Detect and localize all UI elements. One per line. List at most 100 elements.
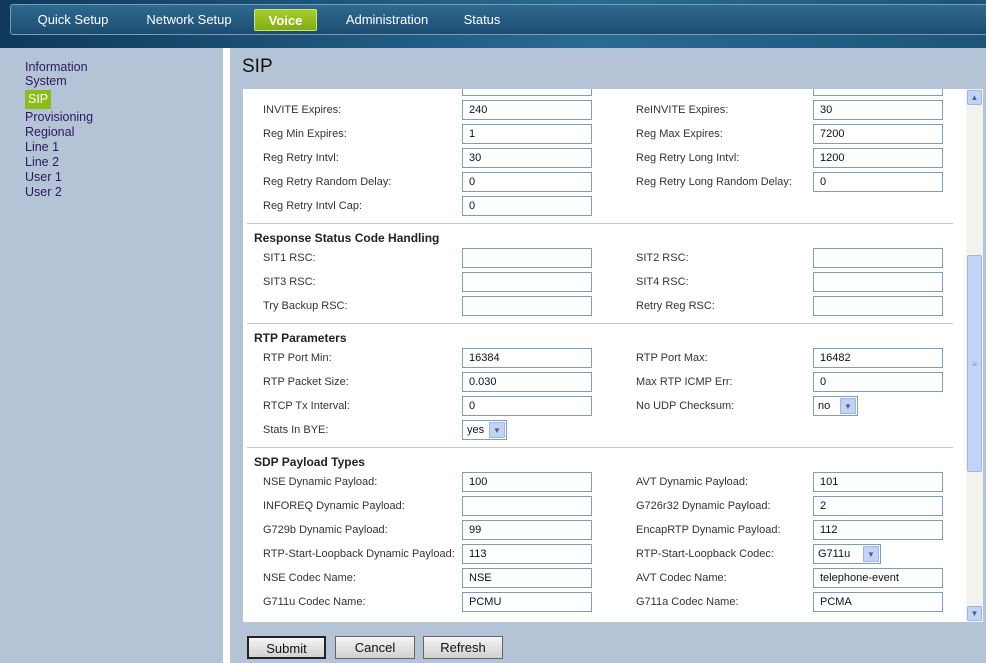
setting-row: INVITE Expires: 240 ReINVITE Expires: 30	[243, 98, 957, 122]
field-label: Max RTP ICMP Err:	[636, 376, 733, 388]
reg-retry-long-random-delay-input[interactable]: 0	[813, 172, 943, 192]
scrollbar-thumb[interactable]: ≡	[967, 255, 982, 472]
page-title: SIP	[242, 56, 273, 77]
encaprtp-dynamic-payload-input[interactable]: 112	[813, 520, 943, 540]
field-label: ReINVITE Expires:	[636, 104, 729, 116]
field-label: Reg Retry Intvl:	[263, 152, 339, 164]
sit4-rsc-input[interactable]	[813, 272, 943, 292]
setting-row: SIT1 RSC: SIT2 RSC:	[243, 246, 957, 270]
inforeq-dynamic-payload-input[interactable]	[462, 496, 592, 516]
scroll-up-icon[interactable]: ▲	[967, 90, 982, 105]
reg-retry-long-intvl-input[interactable]: 1200	[813, 148, 943, 168]
stats-in-bye-select[interactable]: yes ▼	[462, 420, 507, 440]
nse-dynamic-payload-input[interactable]: 100	[462, 472, 592, 492]
field-label: AVT Dynamic Payload:	[636, 476, 749, 488]
setting-row: INFOREQ Dynamic Payload: G726r32 Dynamic …	[243, 494, 957, 518]
chevron-down-icon[interactable]: ▼	[840, 398, 856, 414]
sidebar-item-sip[interactable]: SIP	[25, 90, 52, 109]
sidebar-item-line-1[interactable]: Line 1	[25, 140, 59, 155]
field-label: Reg Retry Long Random Delay:	[636, 176, 792, 188]
sidebar-item-user-1[interactable]: User 1	[25, 170, 62, 185]
retry-reg-rsc-input[interactable]	[813, 296, 943, 316]
field-label: Reg Retry Long Intvl:	[636, 152, 740, 164]
setting-row: Try Backup RSC: Retry Reg RSC:	[243, 294, 957, 318]
sidebar-item-system[interactable]: System	[25, 74, 67, 89]
avt-dynamic-payload-input[interactable]: 101	[813, 472, 943, 492]
cancel-button[interactable]: Cancel	[335, 636, 415, 659]
sit2-rsc-input[interactable]	[813, 248, 943, 268]
rtp-port-min-input[interactable]: 16384	[462, 348, 592, 368]
try-backup-rsc-input[interactable]	[462, 296, 592, 316]
g726r32-dynamic-payload-input[interactable]: 2	[813, 496, 943, 516]
scroll-down-icon[interactable]: ▼	[967, 606, 982, 621]
setting-row: NSE Dynamic Payload: 100 AVT Dynamic Paylo…	[243, 470, 957, 494]
sip-timer-b-input[interactable]: 32	[462, 89, 592, 96]
sidebar-item-line-2[interactable]: Line 2	[25, 155, 59, 170]
tab-network-setup[interactable]: Network Setup	[139, 9, 239, 31]
field-label: RTP Port Min:	[263, 352, 332, 364]
field-label: G711u Codec Name:	[263, 596, 366, 608]
g711a-codec-name-input[interactable]: PCMA	[813, 592, 943, 612]
rtp-port-max-input[interactable]: 16482	[813, 348, 943, 368]
setting-row: RTCP Tx Interval: 0 No UDP Checksum: no ▼	[243, 394, 957, 418]
field-label: SIT2 RSC:	[636, 252, 689, 264]
section-title: SDP Payload Types	[254, 455, 365, 469]
nse-codec-name-input[interactable]: NSE	[462, 568, 592, 588]
sit3-rsc-input[interactable]	[462, 272, 592, 292]
sidebar-item-user-2[interactable]: User 2	[25, 185, 62, 200]
field-label: Reg Retry Random Delay:	[263, 176, 392, 188]
section-title: RTP Parameters	[254, 331, 347, 345]
reinvite-expires-input[interactable]: 30	[813, 100, 943, 120]
reg-retry-intvl-input[interactable]: 30	[462, 148, 592, 168]
field-label: EncapRTP Dynamic Payload:	[636, 524, 781, 536]
select-value: no	[818, 400, 831, 412]
tab-status[interactable]: Status	[457, 9, 507, 31]
select-value: G711u	[818, 548, 851, 560]
reg-retry-random-delay-input[interactable]: 0	[462, 172, 592, 192]
reg-retry-intvl-cap-input[interactable]: 0	[462, 196, 592, 216]
setting-row: Stats In BYE: yes ▼	[243, 418, 957, 442]
setting-row: SIP Timer B: 32 SIP Timer F: 32	[243, 89, 957, 98]
rtp-start-loopback-codec-select[interactable]: G711u ▼	[813, 544, 881, 564]
max-rtp-icmp-err-input[interactable]: 0	[813, 372, 943, 392]
setting-row: G711u Codec Name: PCMU G711a Codec Name: PC…	[243, 590, 957, 614]
header-bar: Quick Setup Network Setup Voice Administ…	[0, 0, 986, 48]
setting-row: RTP Packet Size: 0.030 Max RTP ICMP Err: 0	[243, 370, 957, 394]
scrollbar[interactable]: ▲ ≡ ▼	[966, 89, 983, 622]
sidebar-item-regional[interactable]: Regional	[25, 125, 74, 140]
chevron-down-icon[interactable]: ▼	[489, 422, 505, 438]
setting-row: RTP Port Min: 16384 RTP Port Max: 16482	[243, 346, 957, 370]
no-udp-checksum-select[interactable]: no ▼	[813, 396, 858, 416]
chevron-down-icon[interactable]: ▼	[863, 546, 879, 562]
sidebar: Information System SIP Provisioning Regional…	[10, 48, 223, 663]
sit1-rsc-input[interactable]	[462, 248, 592, 268]
field-label: Retry Reg RSC:	[636, 300, 715, 312]
tab-administration[interactable]: Administration	[337, 9, 437, 31]
avt-codec-name-input[interactable]: telephone-event	[813, 568, 943, 588]
field-label: SIT4 RSC:	[636, 276, 689, 288]
setting-row: Reg Min Expires: 1 Reg Max Expires: 7200	[243, 122, 957, 146]
field-label: SIT3 RSC:	[263, 276, 316, 288]
sidebar-item-information[interactable]: Information	[25, 60, 88, 75]
g711u-codec-name-input[interactable]: PCMU	[462, 592, 592, 612]
sidebar-item-provisioning[interactable]: Provisioning	[25, 110, 93, 125]
tab-voice[interactable]: Voice	[254, 9, 317, 31]
field-label: RTCP Tx Interval:	[263, 400, 350, 412]
setting-row: Reg Retry Intvl: 30 Reg Retry Long Intvl: 1…	[243, 146, 957, 170]
setting-row: RTP-Start-Loopback Dynamic Payload: 113 RT…	[243, 542, 957, 566]
main-nav: Quick Setup Network Setup Voice Administ…	[10, 4, 986, 35]
tab-quick-setup[interactable]: Quick Setup	[23, 9, 123, 31]
reg-max-expires-input[interactable]: 7200	[813, 124, 943, 144]
g729b-dynamic-payload-input[interactable]: 99	[462, 520, 592, 540]
submit-button[interactable]: Submit	[247, 636, 326, 659]
invite-expires-input[interactable]: 240	[462, 100, 592, 120]
setting-row: G729b Dynamic Payload: 99 EncapRTP Dynamic…	[243, 518, 957, 542]
rtcp-tx-interval-input[interactable]: 0	[462, 396, 592, 416]
rtp-start-loopback-dynamic-payload-input[interactable]: 113	[462, 544, 592, 564]
field-label: RTP-Start-Loopback Dynamic Payload:	[263, 548, 455, 560]
refresh-button[interactable]: Refresh	[423, 636, 503, 659]
rtp-packet-size-input[interactable]: 0.030	[462, 372, 592, 392]
section-title: Response Status Code Handling	[254, 231, 440, 245]
sip-timer-f-input[interactable]: 32	[813, 89, 943, 96]
reg-min-expires-input[interactable]: 1	[462, 124, 592, 144]
